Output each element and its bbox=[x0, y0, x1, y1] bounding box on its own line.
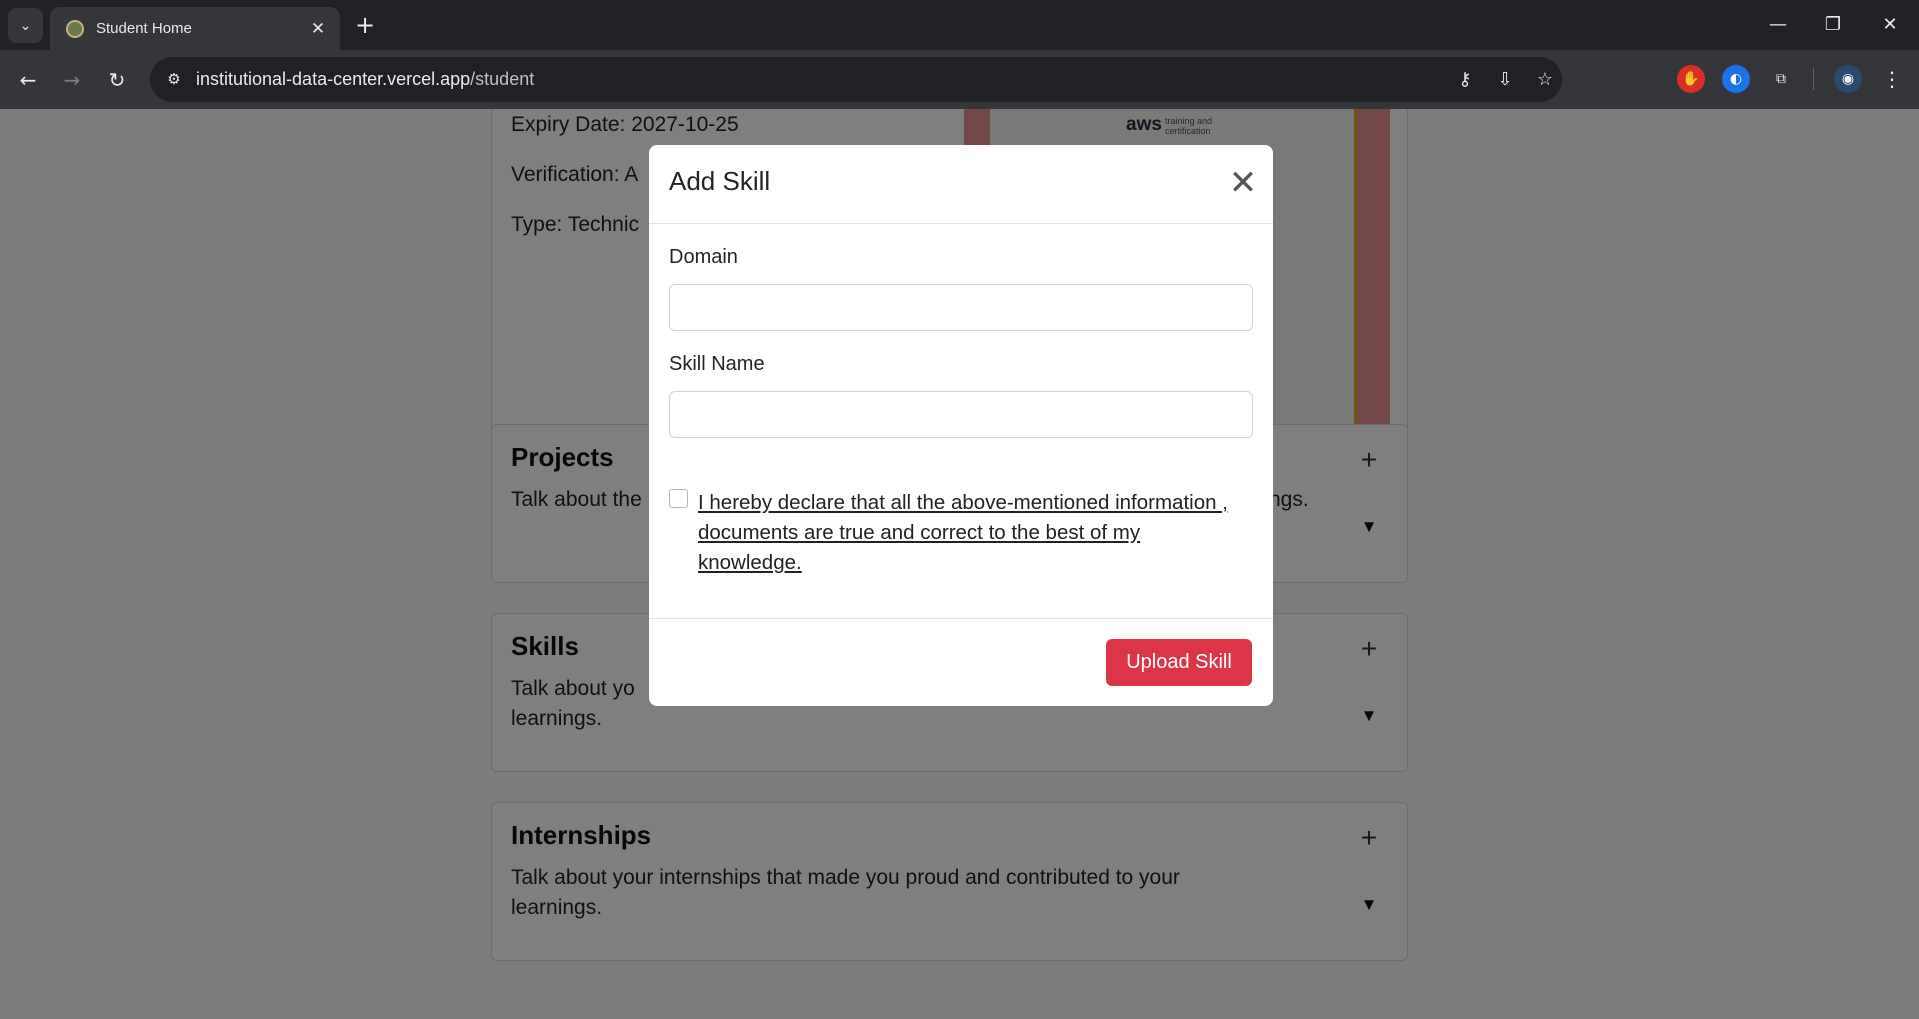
close-icon[interactable]: ✕ bbox=[1226, 163, 1260, 203]
browser-tab[interactable]: Student Home ✕ bbox=[50, 7, 340, 50]
declaration-checkbox[interactable] bbox=[669, 489, 688, 508]
address-bar[interactable]: ⚙ institutional-data-center.vercel.app/s… bbox=[150, 57, 1562, 102]
modal-footer: Upload Skill bbox=[649, 618, 1273, 706]
declaration-text[interactable]: I hereby declare that all the above-ment… bbox=[698, 488, 1238, 578]
domain-input[interactable] bbox=[669, 284, 1253, 331]
minimize-icon[interactable]: — bbox=[1758, 10, 1798, 40]
tab-search-icon[interactable]: ⌄ bbox=[8, 8, 43, 43]
modal-header: Add Skill ✕ bbox=[649, 145, 1273, 224]
restore-icon[interactable]: ❐ bbox=[1813, 10, 1853, 40]
tab-close-icon[interactable]: ✕ bbox=[308, 19, 328, 39]
add-skill-modal: Add Skill ✕ Domain Skill Name I hereby d… bbox=[649, 145, 1273, 706]
window-close-icon[interactable]: ✕ bbox=[1870, 10, 1910, 40]
site-info-icon[interactable]: ⚙ bbox=[162, 67, 186, 91]
profile-avatar[interactable]: ◉ bbox=[1834, 65, 1862, 93]
favicon-icon bbox=[66, 19, 84, 38]
password-key-icon[interactable]: ⚷ bbox=[1452, 67, 1478, 93]
tab-title: Student Home bbox=[96, 20, 192, 37]
toolbar-divider bbox=[1813, 68, 1814, 90]
upload-skill-button[interactable]: Upload Skill bbox=[1106, 639, 1252, 686]
skill-name-label: Skill Name bbox=[669, 353, 765, 375]
back-icon[interactable]: ← bbox=[12, 64, 44, 96]
url-text[interactable]: institutional-data-center.vercel.app/stu… bbox=[196, 69, 534, 90]
new-tab-icon[interactable]: + bbox=[350, 11, 380, 41]
extension-adblock-icon[interactable]: ✋ bbox=[1677, 65, 1705, 93]
browser-toolbar: ← → ↻ ⚙ institutional-data-center.vercel… bbox=[0, 50, 1919, 109]
domain-label: Domain bbox=[669, 246, 738, 268]
extension-blue-icon[interactable]: ◐ bbox=[1722, 65, 1750, 93]
browser-tabbar: ⌄ Student Home ✕ + — ❐ ✕ bbox=[0, 0, 1919, 50]
bookmark-star-icon[interactable]: ☆ bbox=[1532, 67, 1558, 93]
forward-icon[interactable]: → bbox=[56, 64, 88, 96]
extensions-puzzle-icon[interactable]: ⧉ bbox=[1767, 65, 1795, 93]
menu-kebab-icon[interactable]: ⋮ bbox=[1878, 65, 1906, 93]
install-app-icon[interactable]: ⇩ bbox=[1492, 67, 1518, 93]
skill-name-input[interactable] bbox=[669, 391, 1253, 438]
reload-icon[interactable]: ↻ bbox=[101, 64, 133, 96]
modal-title: Add Skill bbox=[669, 166, 771, 196]
